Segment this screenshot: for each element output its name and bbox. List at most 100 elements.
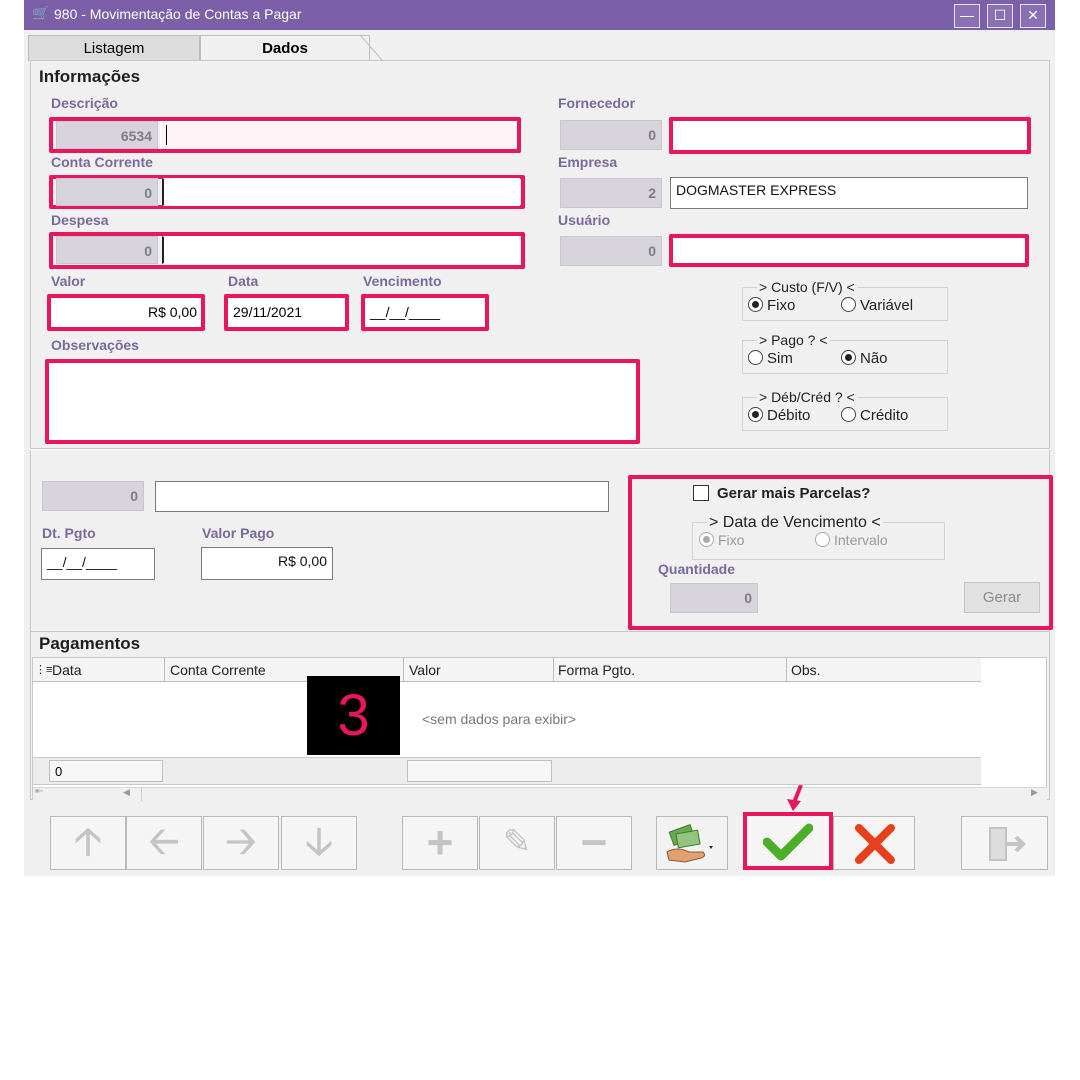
nav-up-button[interactable]: 🡡 <box>50 816 126 870</box>
grid-header: ⋮≡ Data Conta Corrente Valor Forma Pgto.… <box>33 658 981 682</box>
valor-input[interactable]: R$ 0,00 <box>47 294 205 331</box>
parcelas-fixo-option[interactable]: Fixo <box>699 532 744 548</box>
close-window-button[interactable]: ✕ <box>1020 4 1046 28</box>
despesa-input[interactable] <box>162 236 520 264</box>
pago-sim-option[interactable]: Sim <box>748 350 793 367</box>
conta-corrente-input[interactable] <box>162 178 520 206</box>
window-title: 980 - Movimentação de Contas a Pagar <box>54 6 302 22</box>
pagamentos-title: Pagamentos <box>39 634 141 653</box>
add-button[interactable]: + <box>402 816 478 870</box>
custo-variavel-option[interactable]: Variável <box>841 297 913 314</box>
debito-option[interactable]: Débito <box>748 407 810 424</box>
gerar-button[interactable]: Gerar <box>964 582 1040 613</box>
confirm-button[interactable] <box>743 812 833 870</box>
scroll-left-icon[interactable]: ◀ <box>123 787 130 798</box>
grid-footer-sum <box>407 760 552 782</box>
informacoes-title: Informações <box>39 67 141 86</box>
radio-icon <box>841 297 856 312</box>
plus-icon: + <box>426 816 454 868</box>
vencimento-type-caption: > Data de Vencimento < <box>707 514 883 532</box>
remove-button[interactable]: − <box>556 816 632 870</box>
radio-icon <box>748 350 763 365</box>
custo-group: > Custo (F/V) < Fixo Variável <box>742 279 948 321</box>
usuario-input[interactable] <box>669 234 1029 267</box>
maximize-button[interactable]: ☐ <box>987 4 1013 28</box>
nav-down-button[interactable]: 🡣 <box>281 816 357 870</box>
credito-option[interactable]: Crédito <box>841 407 908 424</box>
column-chooser-icon[interactable]: ⋮≡ <box>35 663 52 676</box>
pencil-icon: ✎ <box>502 823 532 861</box>
parcelas-fixo-label: Fixo <box>718 532 745 548</box>
fornecedor-code[interactable]: 0 <box>560 120 662 150</box>
descricao-input[interactable] <box>160 121 516 149</box>
col-conta-corrente[interactable]: Conta Corrente <box>170 662 266 678</box>
descricao-code[interactable]: 6534 <box>56 121 158 149</box>
minimize-button[interactable]: — <box>954 4 980 28</box>
section-divider <box>30 448 1050 450</box>
payment-code[interactable]: 0 <box>42 481 144 511</box>
custo-fixo-label: Fixo <box>767 297 796 314</box>
tab-dados[interactable]: Dados <box>200 35 370 61</box>
x-cancel-icon <box>855 824 895 864</box>
vencimento-type-group: > Data de Vencimento < Fixo Intervalo <box>692 514 945 560</box>
observacoes-textarea[interactable] <box>45 359 640 444</box>
exit-door-icon <box>989 827 1026 861</box>
fornecedor-input[interactable] <box>669 117 1031 154</box>
quantidade-label: Quantidade <box>658 561 736 577</box>
despesa-code[interactable]: 0 <box>56 236 158 264</box>
empresa-input[interactable]: DOGMASTER EXPRESS <box>670 177 1028 209</box>
col-data[interactable]: Data <box>52 662 82 678</box>
quantidade-input[interactable]: 0 <box>670 583 758 613</box>
title-bar: 🛒 980 - Movimentação de Contas a Pagar —… <box>24 0 1055 30</box>
usuario-code[interactable]: 0 <box>560 236 662 266</box>
scroll-right-icon[interactable]: ▶ <box>1031 787 1038 798</box>
custo-fixo-option[interactable]: Fixo <box>748 297 795 314</box>
valor-pago-label: Valor Pago <box>202 525 275 541</box>
data-input[interactable]: 29/11/2021 <box>224 294 349 331</box>
scroll-thumb-edge <box>141 788 142 801</box>
payment-options-dropdown[interactable] <box>656 816 728 870</box>
debito-label: Débito <box>767 407 811 424</box>
credito-label: Crédito <box>860 407 909 424</box>
parcelas-intervalo-label: Intervalo <box>834 532 888 548</box>
pago-nao-option[interactable]: Não <box>841 350 888 367</box>
horizontal-scrollbar[interactable]: ⇤ ◀ ▶ <box>33 786 1047 801</box>
payment-desc-input[interactable] <box>155 481 609 512</box>
vencimento-label: Vencimento <box>363 273 442 289</box>
empresa-label: Empresa <box>558 154 618 170</box>
col-valor[interactable]: Valor <box>409 662 441 678</box>
scroll-left-end-icon[interactable]: ⇤ <box>35 786 43 797</box>
dt-pgto-input[interactable]: __/__/____ <box>41 548 155 580</box>
data-label: Data <box>228 273 259 289</box>
conta-corrente-code[interactable]: 0 <box>56 178 158 206</box>
arrow-left-icon: 🡠 <box>148 821 180 863</box>
pagamentos-divider <box>30 631 1050 632</box>
nav-left-button[interactable]: 🡠 <box>126 816 202 870</box>
parcelas-intervalo-option[interactable]: Intervalo <box>815 532 888 548</box>
step-number-badge: 3 <box>307 676 400 755</box>
gerar-parcelas-label: Gerar mais Parcelas? <box>717 485 871 502</box>
minus-icon: − <box>580 816 608 868</box>
radio-selected-icon <box>841 350 856 365</box>
vencimento-input[interactable]: __/__/____ <box>361 294 489 331</box>
cart-icon: 🛒 <box>32 5 50 21</box>
custo-variavel-label: Variável <box>860 297 914 314</box>
grid-footer-count: 0 <box>49 760 163 782</box>
col-forma-pgto[interactable]: Forma Pgto. <box>558 662 635 678</box>
pointer-arrow-icon <box>787 785 803 811</box>
tab-listagem[interactable]: Listagem <box>28 35 200 61</box>
debcred-group: > Déb/Créd ? < Débito Crédito <box>742 389 948 431</box>
radio-selected-icon <box>748 297 763 312</box>
gerar-parcelas-checkbox[interactable] <box>693 485 709 501</box>
arrow-right-icon: 🡢 <box>225 821 257 863</box>
nav-right-button[interactable]: 🡢 <box>203 816 279 870</box>
empresa-code[interactable]: 2 <box>560 178 662 208</box>
cancel-button[interactable] <box>833 816 915 870</box>
money-hand-icon <box>666 824 713 863</box>
exit-button[interactable] <box>961 816 1048 870</box>
radio-icon <box>841 407 856 422</box>
despesa-label: Despesa <box>51 212 109 228</box>
col-obs[interactable]: Obs. <box>791 662 821 678</box>
valor-pago-input[interactable]: R$ 0,00 <box>201 547 333 580</box>
edit-button[interactable]: ✎ <box>479 816 555 870</box>
